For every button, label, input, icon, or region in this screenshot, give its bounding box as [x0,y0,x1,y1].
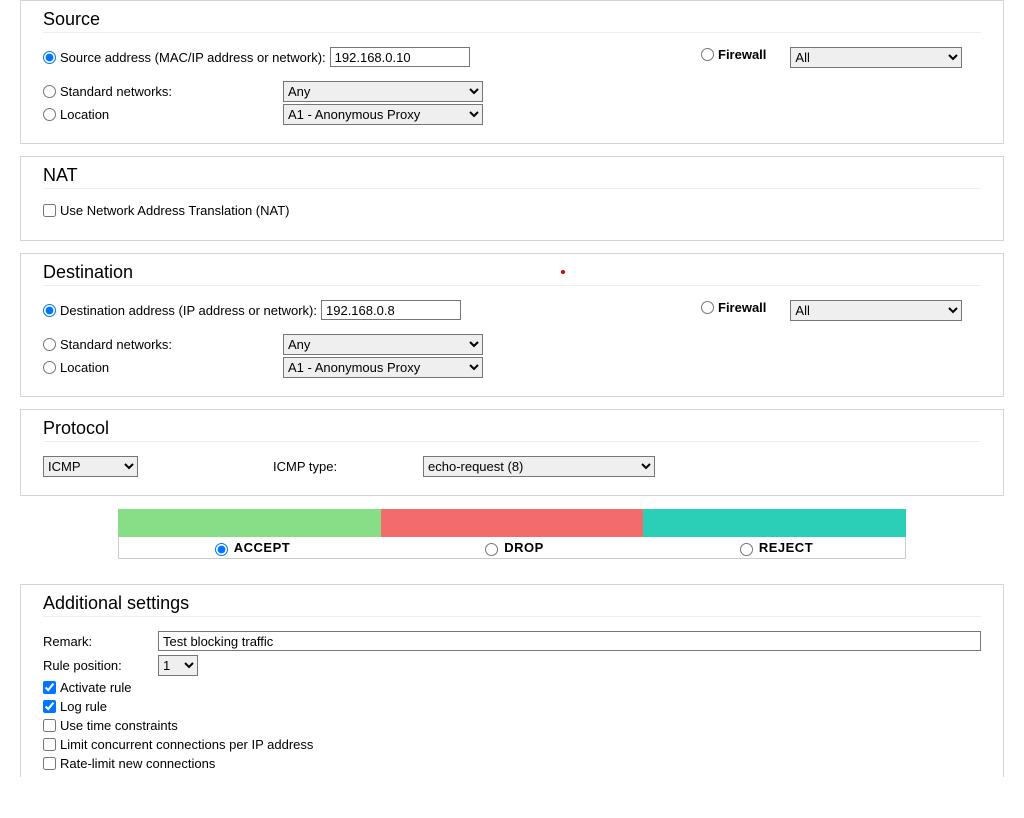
checkbox-time-constraints[interactable] [43,719,56,732]
panel-additional-settings: Additional settings Remark: Rule positio… [20,584,1004,777]
source-address-label: Source address (MAC/IP address or networ… [60,50,326,65]
remark-label: Remark: [43,634,158,649]
source-location-label: Location [60,107,109,122]
limit-connections-label: Limit concurrent connections per IP addr… [60,737,313,752]
source-title: Source [43,1,981,33]
source-address-input[interactable] [330,47,470,67]
additional-title: Additional settings [43,585,981,617]
time-constraints-label: Use time constraints [60,718,178,733]
checkbox-activate-rule[interactable] [43,681,56,694]
red-dot-indicator [561,270,565,274]
action-color-reject [643,509,906,537]
destination-address-label: Destination address (IP address or netwo… [60,303,317,318]
destination-address-input[interactable] [321,300,461,320]
action-accept-label: ACCEPT [234,540,290,555]
panel-nat: NAT Use Network Address Translation (NAT… [20,156,1004,241]
radio-destination-location[interactable] [43,361,56,374]
rule-position-select[interactable]: 1 [158,655,198,676]
protocol-title: Protocol [43,410,981,442]
checkbox-limit-connections[interactable] [43,738,56,751]
use-nat-label: Use Network Address Translation (NAT) [60,203,290,218]
action-color-drop [381,509,644,537]
radio-action-accept[interactable] [215,543,228,556]
nat-title: NAT [43,157,981,189]
radio-source-standard-networks[interactable] [43,85,56,98]
radio-destination-firewall[interactable] [701,301,714,314]
action-bar: ACCEPT DROP REJECT [117,508,907,560]
rate-limit-label: Rate-limit new connections [60,756,215,771]
source-firewall-select[interactable]: All [790,47,962,68]
panel-protocol: Protocol ICMP ICMP type: echo-request (8… [20,409,1004,496]
destination-std-net-select[interactable]: Any [283,334,483,355]
radio-destination-standard-networks[interactable] [43,338,56,351]
source-std-net-select[interactable]: Any [283,81,483,102]
checkbox-log-rule[interactable] [43,700,56,713]
action-color-accept [118,509,381,537]
action-drop-label: DROP [504,540,544,555]
destination-title: Destination [43,254,981,286]
checkbox-rate-limit[interactable] [43,757,56,770]
destination-firewall-label: Firewall [718,300,766,315]
action-reject-label: REJECT [759,540,813,555]
log-rule-label: Log rule [60,699,107,714]
destination-location-select[interactable]: A1 - Anonymous Proxy [283,357,483,378]
radio-source-address[interactable] [43,51,56,64]
radio-source-location[interactable] [43,108,56,121]
source-location-select[interactable]: A1 - Anonymous Proxy [283,104,483,125]
destination-location-label: Location [60,360,109,375]
destination-firewall-select[interactable]: All [790,300,962,321]
rule-position-label: Rule position: [43,658,158,673]
source-firewall-label: Firewall [718,47,766,62]
panel-destination: Destination Destination address (IP addr… [20,253,1004,397]
checkbox-use-nat[interactable] [43,204,56,217]
panel-source: Source Source address (MAC/IP address or… [20,0,1004,144]
radio-action-reject[interactable] [740,543,753,556]
protocol-select[interactable]: ICMP [43,456,138,477]
icmp-type-select[interactable]: echo-request (8) [423,456,655,477]
radio-action-drop[interactable] [485,543,498,556]
activate-rule-label: Activate rule [60,680,132,695]
destination-std-net-label: Standard networks: [60,337,172,352]
remark-input[interactable] [158,631,981,651]
icmp-type-label: ICMP type: [273,459,423,474]
source-std-net-label: Standard networks: [60,84,172,99]
radio-destination-address[interactable] [43,304,56,317]
radio-source-firewall[interactable] [701,48,714,61]
